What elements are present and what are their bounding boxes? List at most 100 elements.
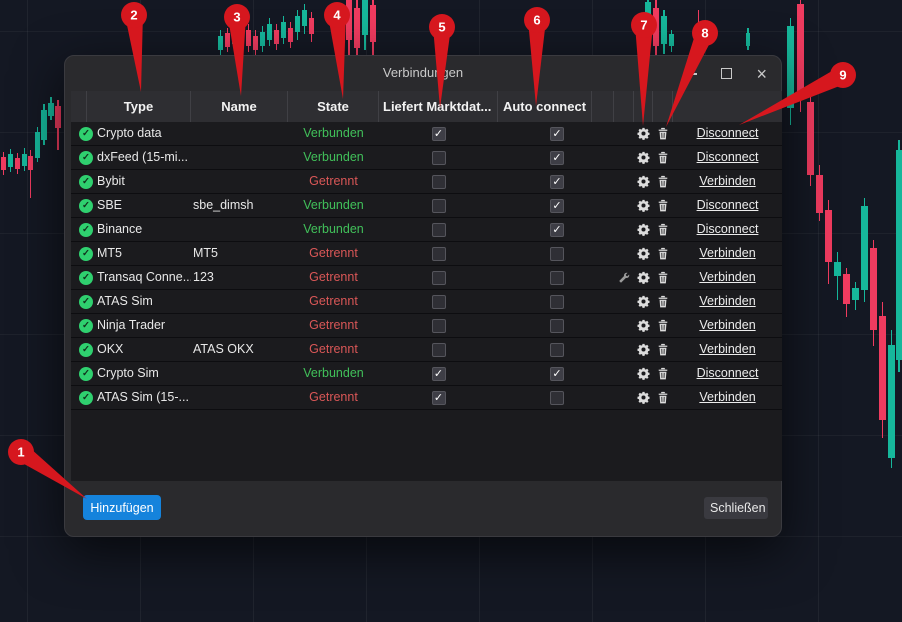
trash-icon [658,175,668,188]
type-cell: OKX [97,342,124,356]
delete-button[interactable] [653,194,673,217]
auto-connect-checkbox[interactable]: ✓ [550,342,564,357]
add-connection-button[interactable]: Hinzufügen [83,495,161,520]
auto-connect-checkbox[interactable]: ✓ [550,366,564,381]
dialog-titlebar[interactable]: Verbindungen × [65,56,781,91]
action-cell: Verbinden [673,170,782,193]
settings-button[interactable] [634,194,653,217]
column-header-edit[interactable] [614,91,634,122]
candle-body [861,206,868,290]
delete-button[interactable] [653,242,673,265]
table-row[interactable]: ✓ Bybit Getrennt ✓ ✓ Verbinden [71,170,782,194]
connection-action-link[interactable]: Disconnect [697,122,759,145]
connection-action-link[interactable]: Verbinden [699,290,755,313]
close-icon[interactable]: × [756,65,767,83]
table-row[interactable]: ✓ SBE sbe_dimsh Verbunden ✓ ✓ Disconnect [71,194,782,218]
auto-connect-checkbox[interactable]: ✓ [550,150,564,165]
spacer-cell [592,170,614,193]
settings-button[interactable] [634,266,653,289]
market-data-checkbox[interactable]: ✓ [431,270,446,285]
connection-action-link[interactable]: Disconnect [697,362,759,385]
connection-action-link[interactable]: Verbinden [699,266,755,289]
market-data-checkbox[interactable]: ✓ [431,366,446,381]
market-data-checkbox[interactable]: ✓ [431,294,446,309]
delete-button[interactable] [653,122,673,145]
settings-button[interactable] [634,242,653,265]
connection-action-link[interactable]: Verbinden [699,242,755,265]
delete-button[interactable] [653,386,673,409]
table-row[interactable]: ✓ dxFeed (15-mi... Verbunden ✓ ✓ Disconnect [71,146,782,170]
delete-button[interactable] [653,362,673,385]
delete-button[interactable] [653,338,673,361]
delete-button[interactable] [653,146,673,169]
column-header-spacer[interactable] [592,91,614,122]
column-header-action[interactable] [673,91,782,122]
auto-connect-checkbox[interactable]: ✓ [550,246,564,261]
auto-connect-checkbox[interactable]: ✓ [550,270,564,285]
table-row[interactable]: ✓ Binance Verbunden ✓ ✓ Disconnect [71,218,782,242]
connection-action-link[interactable]: Disconnect [697,194,759,217]
market-data-checkbox[interactable]: ✓ [431,390,446,405]
settings-button[interactable] [634,386,653,409]
candle-body [661,16,667,44]
edit-cell[interactable] [614,266,634,289]
column-header-settings[interactable] [634,91,653,122]
connection-action-link[interactable]: Verbinden [699,170,755,193]
auto-connect-cell: ✓ [498,194,592,217]
settings-button[interactable] [634,290,653,313]
auto-connect-checkbox[interactable]: ✓ [550,294,564,309]
auto-connect-checkbox[interactable]: ✓ [550,198,564,213]
market-data-checkbox[interactable]: ✓ [431,222,446,237]
table-row[interactable]: ✓ MT5 MT5 Getrennt ✓ ✓ Verbinden [71,242,782,266]
market-data-checkbox[interactable]: ✓ [431,198,446,213]
state-cell: Getrennt [309,318,358,332]
candle-body [879,316,886,420]
market-data-checkbox[interactable]: ✓ [431,318,446,333]
delete-button[interactable] [653,314,673,337]
settings-button[interactable] [634,338,653,361]
connection-action-link[interactable]: Verbinden [699,338,755,361]
minimize-icon[interactable] [686,72,698,75]
column-header-market_data[interactable]: Liefert Marktdat... [379,91,498,122]
delete-button[interactable] [653,266,673,289]
settings-button[interactable] [634,362,653,385]
settings-button[interactable] [634,218,653,241]
settings-button[interactable] [634,314,653,337]
column-header-type[interactable]: Type [87,91,191,122]
auto-connect-checkbox[interactable]: ✓ [550,318,564,333]
table-row[interactable]: ✓ Crypto Sim Verbunden ✓ ✓ Disconnect [71,362,782,386]
delete-button[interactable] [653,290,673,313]
connection-action-link[interactable]: Disconnect [697,146,759,169]
column-header-status[interactable] [71,91,87,122]
market-data-checkbox[interactable]: ✓ [431,150,446,165]
close-dialog-button[interactable]: Schließen [704,497,768,519]
connection-action-link[interactable]: Disconnect [697,218,759,241]
column-header-delete[interactable] [653,91,673,122]
table-row[interactable]: ✓ ATAS Sim (15-... Getrennt ✓ ✓ Verbinden [71,386,782,410]
market-data-checkbox[interactable]: ✓ [431,342,446,357]
table-row[interactable]: ✓ Crypto data Verbunden ✓ ✓ Disconnect [71,122,782,146]
table-row[interactable]: ✓ Ninja Trader Getrennt ✓ ✓ Verbinden [71,314,782,338]
auto-connect-checkbox[interactable]: ✓ [550,390,564,405]
auto-connect-checkbox[interactable]: ✓ [550,174,564,189]
column-header-name[interactable]: Name [191,91,288,122]
settings-button[interactable] [634,122,653,145]
market-data-checkbox[interactable]: ✓ [431,174,446,189]
connection-action-link[interactable]: Verbinden [699,386,755,409]
table-row[interactable]: ✓ Transaq Conne...123 Getrennt ✓ ✓ Verbinden [71,266,782,290]
settings-button[interactable] [634,146,653,169]
auto-connect-checkbox[interactable]: ✓ [550,222,564,237]
maximize-icon[interactable] [721,68,733,79]
delete-button[interactable] [653,218,673,241]
settings-button[interactable] [634,170,653,193]
connection-action-link[interactable]: Verbinden [699,314,755,337]
market-data-checkbox[interactable]: ✓ [431,246,446,261]
spacer-cell [592,122,614,145]
column-header-state[interactable]: State [288,91,379,122]
delete-button[interactable] [653,170,673,193]
table-row[interactable]: ✓ ATAS Sim Getrennt ✓ ✓ Verbinden [71,290,782,314]
table-row[interactable]: ✓ OKX ATAS OKX Getrennt ✓ ✓ Verbinden [71,338,782,362]
auto-connect-checkbox[interactable]: ✓ [550,126,564,141]
market-data-checkbox[interactable]: ✓ [431,126,446,141]
column-header-auto_connect[interactable]: Auto connect [498,91,592,122]
